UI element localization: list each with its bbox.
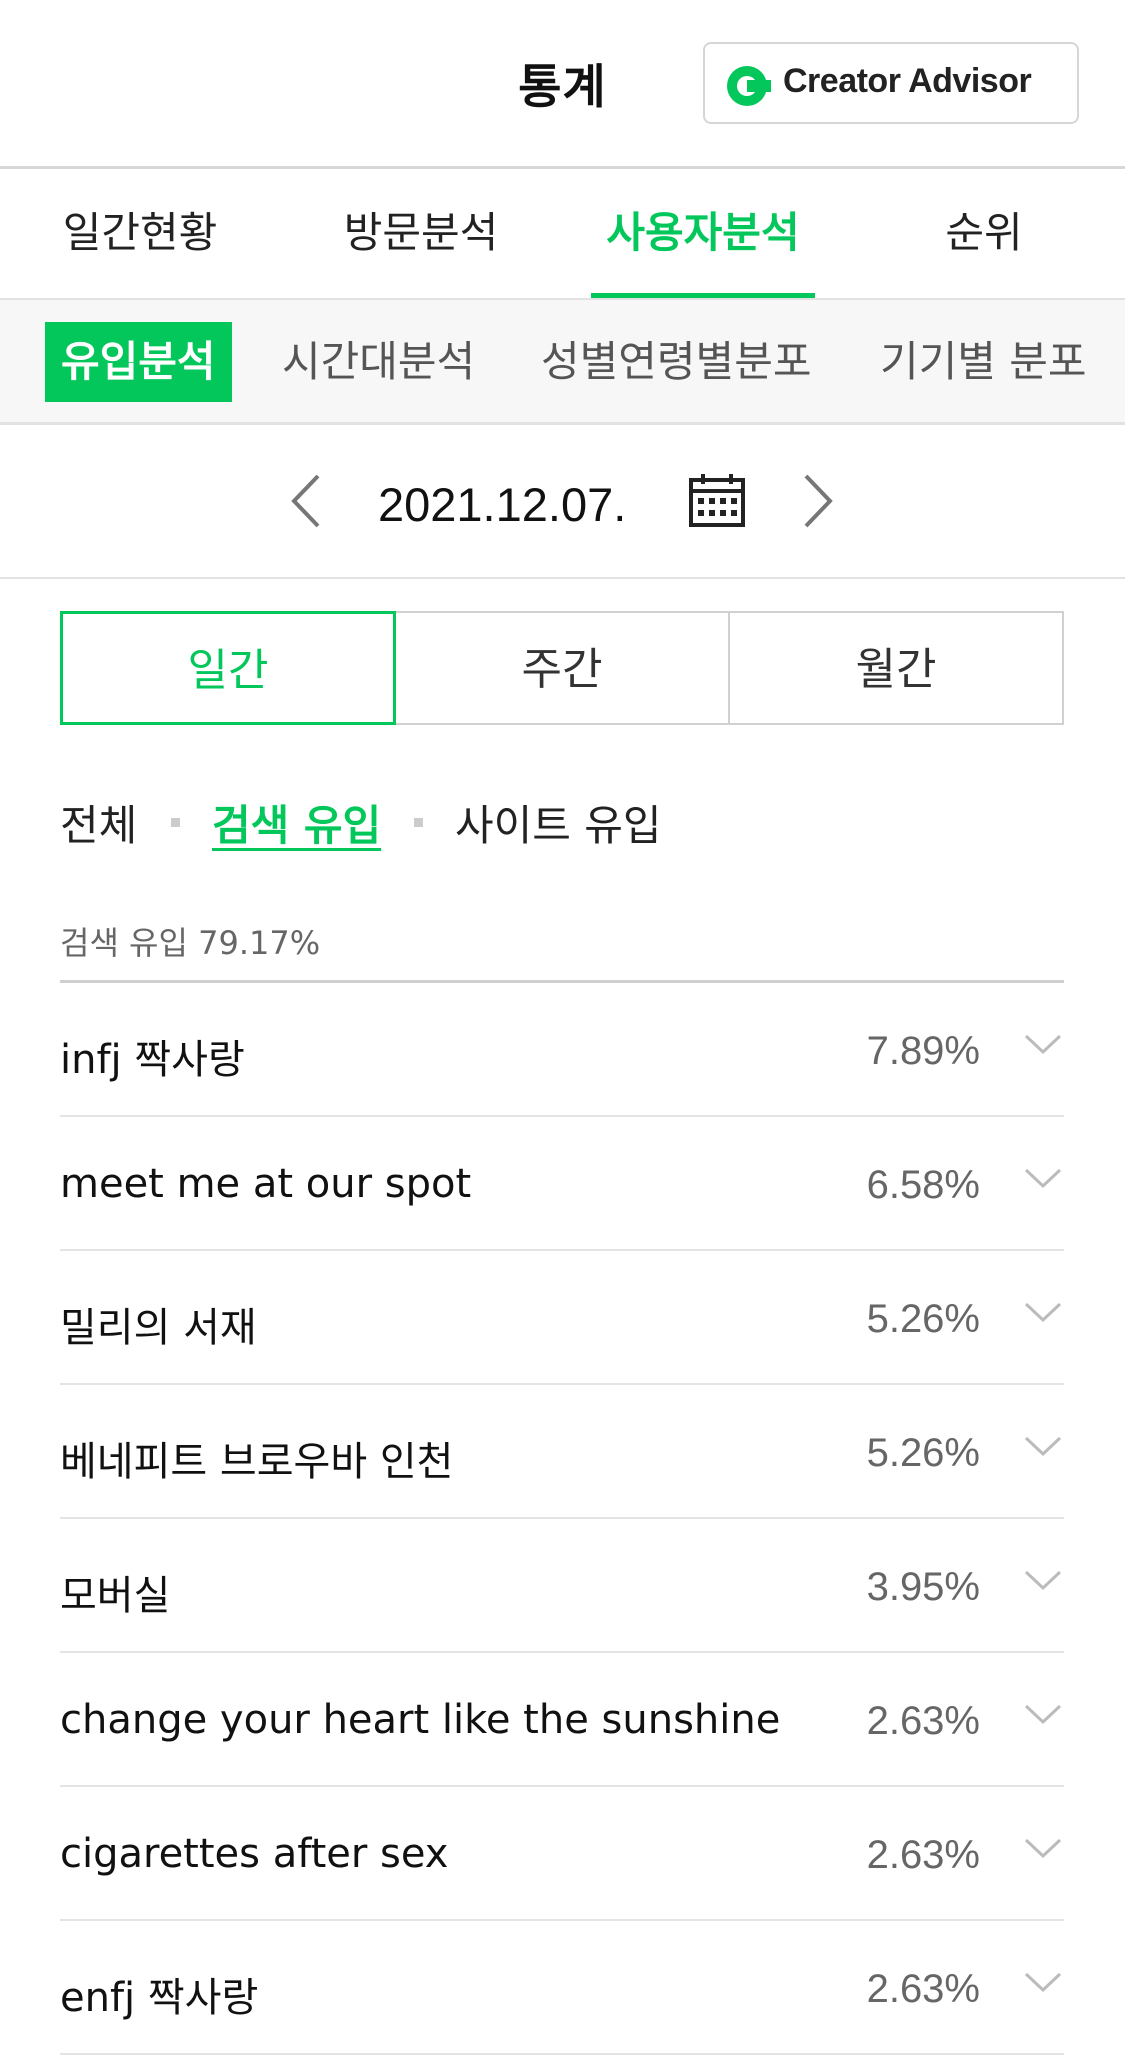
creator-advisor-logo-icon — [727, 66, 771, 106]
header: 통계 Creator Advisor — [0, 0, 1125, 169]
keyword-percent: 5.26% — [866, 1297, 980, 1341]
keyword-label: change your heart like the sunshine — [60, 1697, 781, 1743]
keyword-percent: 5.26% — [866, 1431, 980, 1475]
filter-search-inflow[interactable]: 검색 유입 — [212, 792, 381, 853]
keyword-percent: 2.63% — [866, 1967, 980, 2011]
date-navigator: 2021.12.07. — [0, 425, 1125, 579]
keyword-row[interactable]: infj 짝사랑 7.89% — [60, 983, 1064, 1117]
keyword-row[interactable]: 베네피트 브로우바 인천 5.26% — [60, 1385, 1064, 1519]
filter-site-inflow[interactable]: 사이트 유입 — [455, 792, 662, 853]
main-tabs: 일간현황 방문분석 사용자분석 순위 — [0, 169, 1125, 298]
creator-advisor-button[interactable]: Creator Advisor — [703, 42, 1079, 124]
chevron-down-icon[interactable] — [1022, 1163, 1064, 1193]
keyword-percent: 6.58% — [866, 1163, 980, 1207]
search-inflow-summary: 검색 유입 79.17% — [60, 924, 321, 962]
chevron-down-icon[interactable] — [1022, 1431, 1064, 1461]
keyword-label: infj 짝사랑 — [60, 1037, 245, 1083]
tab-user-analysis[interactable]: 사용자분석 — [591, 169, 815, 298]
tab-ranking[interactable]: 순위 — [884, 169, 1084, 297]
keyword-label: 베네피트 브로우바 인천 — [60, 1439, 454, 1485]
keyword-label: enfj 짝사랑 — [60, 1975, 259, 2021]
period-monthly-button[interactable]: 월간 — [728, 611, 1064, 725]
creator-advisor-label: Creator Advisor — [783, 62, 1032, 100]
filter-all[interactable]: 전체 — [60, 792, 137, 853]
chevron-left-icon[interactable] — [288, 472, 324, 530]
keyword-percent: 3.95% — [866, 1565, 980, 1609]
chevron-down-icon[interactable] — [1022, 1029, 1064, 1059]
keyword-label: 밀리의 서재 — [60, 1305, 257, 1351]
subtab-gender-age[interactable]: 성별연령별분포 — [541, 322, 811, 402]
chevron-down-icon[interactable] — [1022, 1565, 1064, 1595]
chevron-down-icon[interactable] — [1022, 1699, 1064, 1729]
chevron-right-icon[interactable] — [800, 472, 836, 530]
keyword-row[interactable]: cigarettes after sex 2.63% — [60, 1787, 1064, 1921]
keyword-label: cigarettes after sex — [60, 1831, 449, 1877]
keyword-row[interactable]: enfj 짝사랑 2.63% — [60, 1921, 1064, 2055]
keyword-row[interactable]: 밀리의 서재 5.26% — [60, 1251, 1064, 1385]
tab-daily-status[interactable]: 일간현황 — [30, 169, 250, 297]
subtab-inflow-analysis[interactable]: 유입분석 — [45, 322, 232, 402]
separator-dot — [414, 818, 423, 827]
subtab-device[interactable]: 기기별 분포 — [880, 322, 1087, 402]
period-weekly-button[interactable]: 주간 — [394, 611, 730, 725]
chevron-down-icon[interactable] — [1022, 1967, 1064, 1997]
keyword-percent: 2.63% — [866, 1699, 980, 1743]
chevron-down-icon[interactable] — [1022, 1297, 1064, 1327]
keyword-percent: 7.89% — [866, 1029, 980, 1073]
sub-tabs: 유입분석 시간대분석 성별연령별분포 기기별 분포 — [0, 298, 1125, 425]
keyword-row[interactable]: change your heart like the sunshine 2.63… — [60, 1653, 1064, 1787]
separator-dot — [171, 818, 180, 827]
tab-visit-analysis[interactable]: 방문분석 — [311, 169, 531, 297]
period-selector: 일간 주간 월간 — [60, 611, 1064, 725]
calendar-icon[interactable] — [688, 472, 746, 528]
chevron-down-icon[interactable] — [1022, 1833, 1064, 1863]
keyword-label: 모버실 — [60, 1573, 171, 1619]
date-label: 2021.12.07. — [378, 478, 627, 531]
keyword-percent: 2.63% — [866, 1833, 980, 1877]
keyword-list: infj 짝사랑 7.89% meet me at our spot 6.58%… — [60, 983, 1064, 2055]
keyword-label: meet me at our spot — [60, 1161, 472, 1207]
keyword-row[interactable]: meet me at our spot 6.58% — [60, 1117, 1064, 1251]
keyword-row[interactable]: 모버실 3.95% — [60, 1519, 1064, 1653]
period-daily-button[interactable]: 일간 — [60, 611, 396, 725]
subtab-time-analysis[interactable]: 시간대분석 — [282, 322, 475, 402]
